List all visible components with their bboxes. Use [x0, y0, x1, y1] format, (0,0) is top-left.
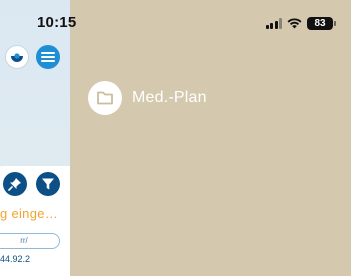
- filter-icon: [42, 178, 54, 190]
- hamburger-icon: [41, 52, 55, 62]
- status-icons: 83: [265, 16, 336, 30]
- signal-icon: [265, 17, 282, 29]
- menu-item-label: Med.-Plan: [132, 89, 207, 106]
- toggle-icon: [11, 53, 23, 62]
- filter-status-text: g einge…: [0, 206, 59, 221]
- menu-button[interactable]: [36, 45, 60, 69]
- list-item-value: 44.92.2: [0, 254, 31, 264]
- mode-toggle-button[interactable]: [5, 45, 29, 69]
- date-pill[interactable]: rr/: [0, 233, 60, 249]
- filter-button[interactable]: [36, 172, 60, 196]
- pin-icon: [8, 178, 21, 191]
- menu-item-med-plan[interactable]: Med.-Plan: [88, 81, 207, 115]
- status-time: 10:15: [37, 14, 77, 31]
- folder-icon: [88, 81, 122, 115]
- wifi-icon: [287, 17, 302, 28]
- pin-button[interactable]: [3, 172, 27, 196]
- battery-indicator: 83: [307, 16, 336, 30]
- status-bar: 10:15 83: [0, 0, 351, 40]
